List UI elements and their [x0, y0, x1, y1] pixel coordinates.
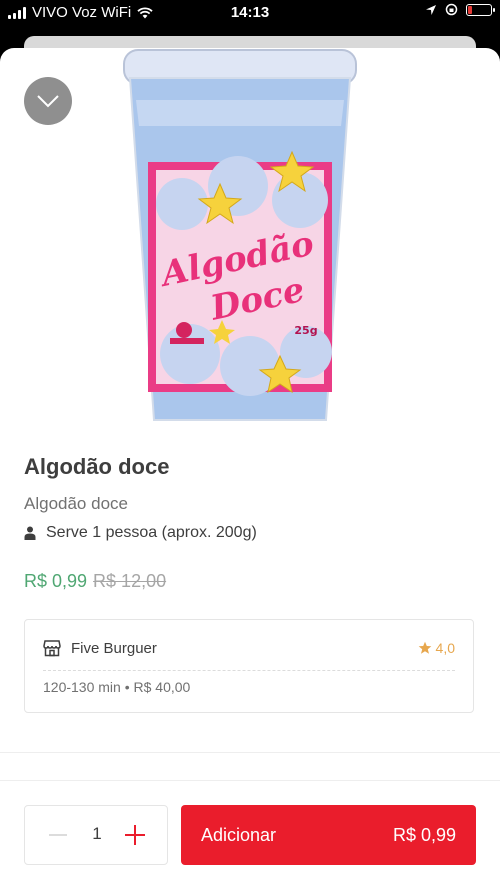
quantity-stepper: 1 [24, 805, 168, 865]
price-row: R$ 0,99 R$ 12,00 [24, 571, 166, 592]
add-button-label: Adicionar [201, 824, 277, 845]
battery-icon [466, 3, 495, 16]
store-name: Five Burguer [71, 639, 157, 657]
price-original: R$ 12,00 [93, 571, 167, 591]
store-rating: 4,0 [418, 640, 455, 656]
orientation-lock-icon [445, 3, 458, 16]
product-description: Algodão doce [24, 494, 128, 513]
location-icon [426, 4, 436, 15]
store-card[interactable]: Five Burguer 4,0 120-130 min • R$ 40,00 [24, 619, 474, 713]
status-bar: VIVO Voz WiFi 14:13 [0, 0, 500, 26]
status-right [425, 3, 495, 16]
add-to-cart-button[interactable]: Adicionar R$ 0,99 [181, 805, 476, 865]
serves-label: Serve 1 pessoa (aprox. 200g) [46, 524, 257, 541]
product-image: Algodão Doce 25g [123, 49, 357, 421]
quantity-value: 1 [92, 824, 102, 843]
chevron-down-icon [37, 95, 59, 108]
increase-quantity-button[interactable] [125, 825, 145, 845]
product-sheet: Algodão Doce 25g Algodão doce Algodão do… [0, 48, 500, 889]
rating-value: 4,0 [435, 640, 455, 656]
section-divider [0, 780, 500, 781]
store-icon [43, 640, 61, 657]
product-title: Algodão doce [24, 454, 170, 479]
image-weight-text: 25g [294, 324, 317, 337]
serves-info: Serve 1 pessoa (aprox. 200g) [24, 524, 257, 542]
store-delivery-info: 120-130 min • R$ 40,00 [43, 679, 191, 695]
section-divider [0, 752, 500, 753]
star-icon [418, 641, 431, 654]
person-icon [24, 526, 36, 540]
decrease-quantity-button[interactable] [49, 834, 67, 836]
store-header: Five Burguer 4,0 [43, 639, 455, 657]
store-divider [43, 670, 455, 671]
add-button-price: R$ 0,99 [392, 824, 456, 845]
collapse-button[interactable] [24, 77, 72, 125]
price-current: R$ 0,99 [24, 571, 88, 591]
